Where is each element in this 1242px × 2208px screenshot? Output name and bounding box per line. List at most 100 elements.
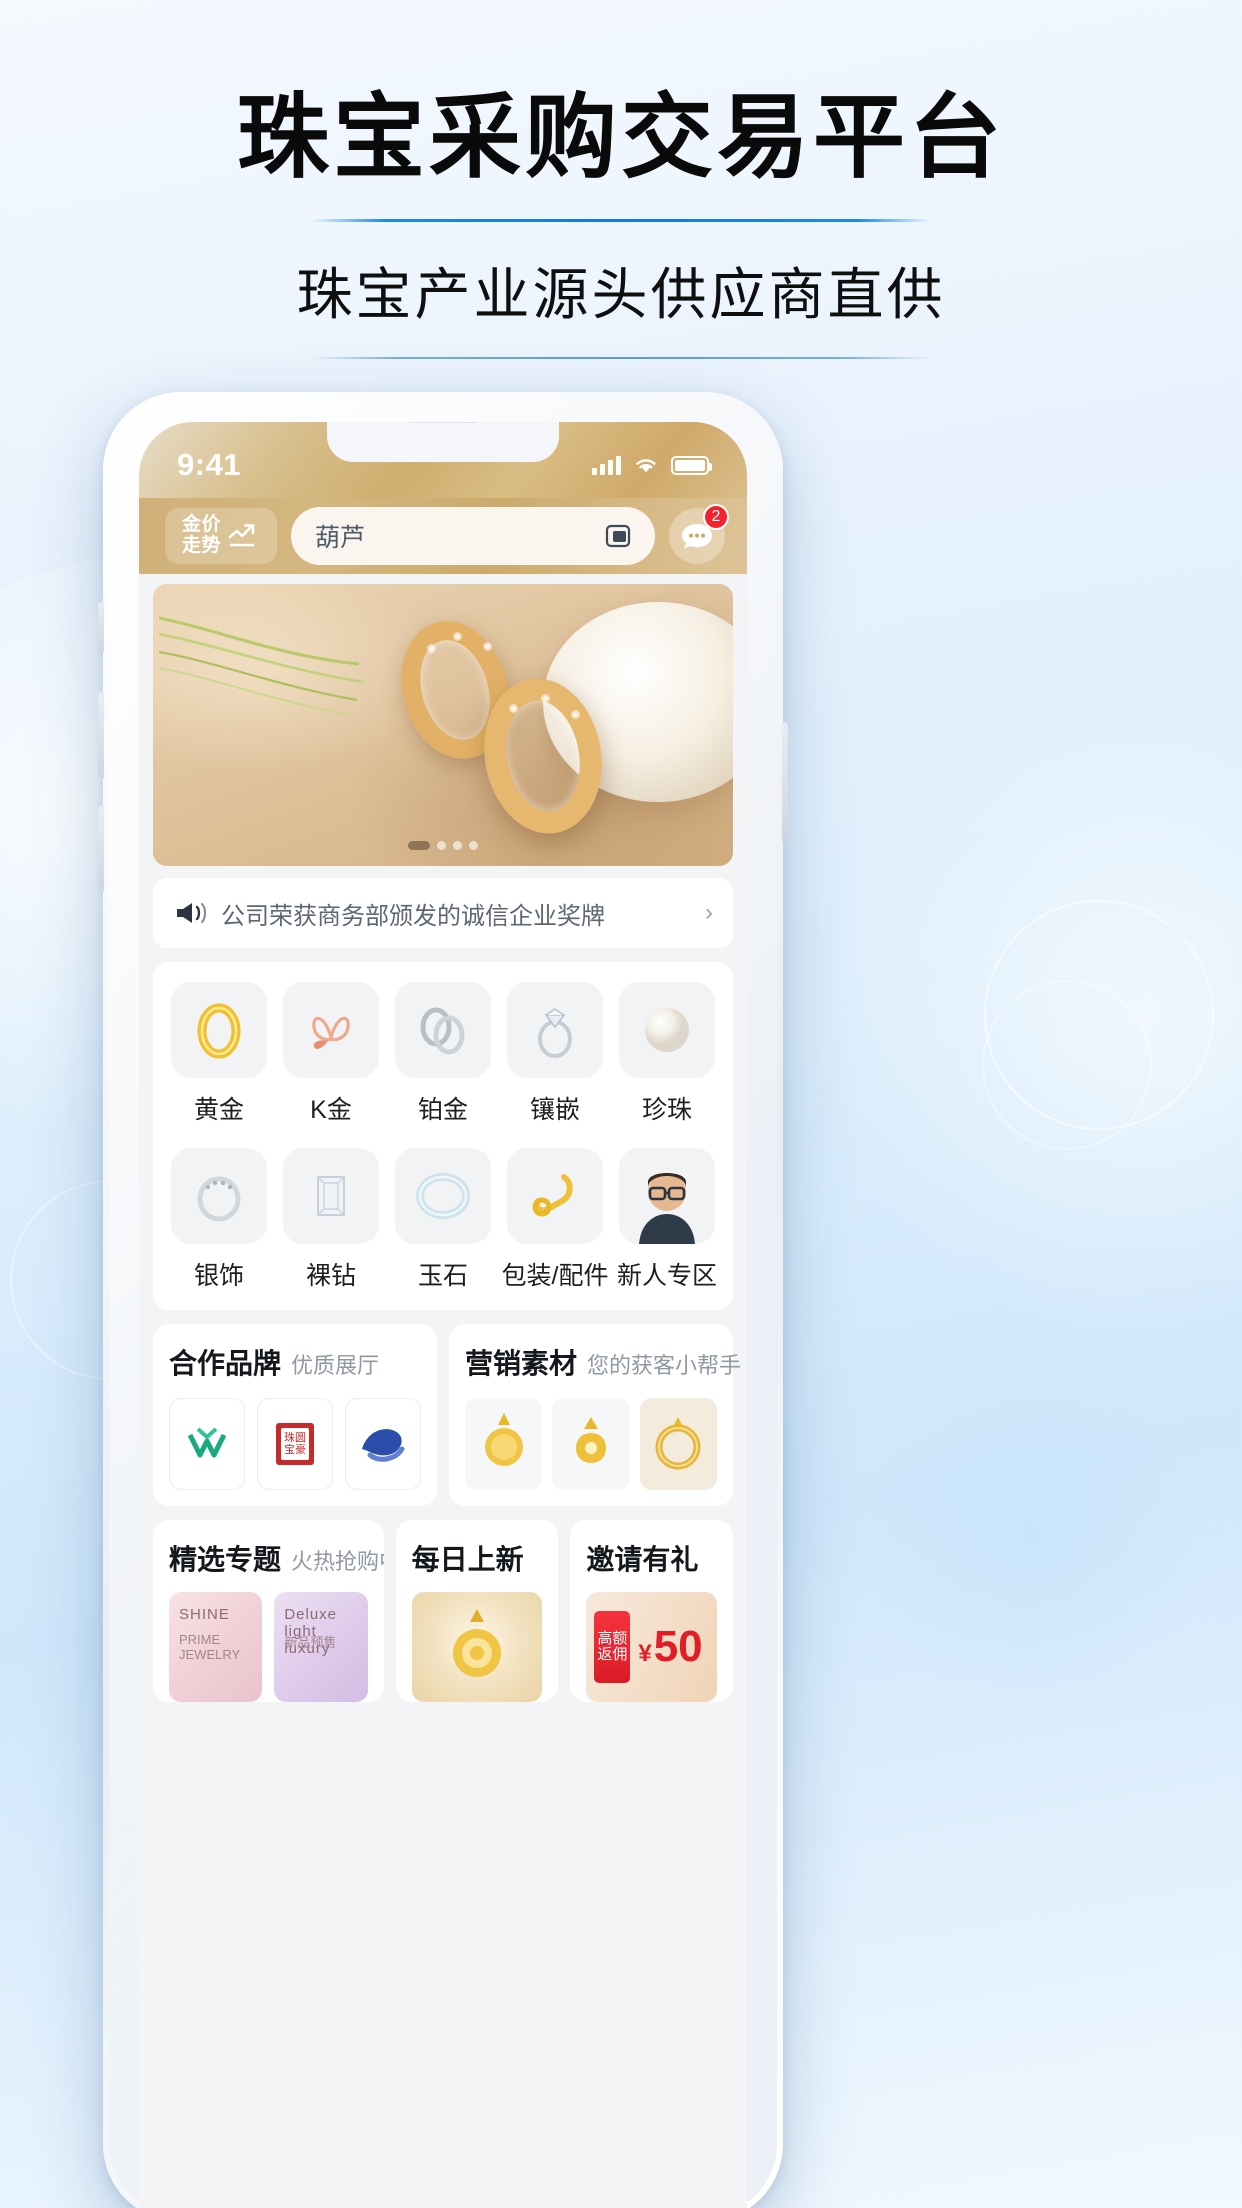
banner-dot[interactable] [437, 841, 446, 850]
category-row-2: 银饰 裸钻 玉石 包装/配件 新人专区 [163, 1148, 723, 1292]
category-item-newbie[interactable]: 新人专区 [611, 1148, 723, 1292]
chat-button[interactable]: 2 [669, 504, 729, 564]
announcement-bar[interactable]: 公司荣获商务部颁发的诚信企业奖牌 › [153, 878, 733, 948]
daily-new-card[interactable]: 每日上新 [395, 1520, 559, 1702]
banner-pagination-dots[interactable] [408, 841, 478, 850]
search-input-value: 葫芦 [315, 524, 366, 552]
banner-dot[interactable] [469, 841, 478, 850]
category-item-silver[interactable]: 银饰 [163, 1148, 275, 1292]
banner-dot[interactable] [453, 841, 462, 850]
marketing-material-subtitle: 您的获客小帮手 [587, 1353, 742, 1378]
app-header: 9:41 金价 走势 葫芦 2 [139, 422, 747, 574]
phone-power-button [782, 722, 788, 842]
brand-logo-w[interactable] [169, 1398, 245, 1490]
gold-ring-icon [171, 982, 267, 1078]
marketing-material-row [465, 1398, 717, 1490]
category-label: K金 [310, 1096, 352, 1124]
partner-brands-subtitle: 优质展厅 [291, 1353, 380, 1378]
sparkle [541, 694, 550, 703]
brand-logo-wave[interactable] [345, 1398, 421, 1490]
status-indicators [592, 455, 712, 475]
wifi-icon [636, 459, 656, 473]
gold-pendant-material[interactable] [465, 1398, 543, 1490]
coupon-number: 50 [653, 1622, 703, 1671]
search-input[interactable]: 葫芦 [291, 507, 655, 565]
coupon-currency: ¥ [638, 1640, 652, 1667]
trend-up-icon [228, 524, 255, 547]
search-bar-row: 金价 走势 葫芦 2 [139, 498, 747, 574]
coupon-tag: 高额 返佣 [594, 1611, 631, 1683]
hero-banner[interactable] [153, 584, 733, 866]
featured-promo-row: SHINE PRIME JEWELRY Deluxe light luxury … [169, 1592, 368, 1702]
jade-bangle-icon [395, 1148, 491, 1244]
announcement-text: 公司荣获商务部颁发的诚信企业奖牌 [221, 902, 605, 930]
new-user-avatar-icon [619, 1148, 715, 1244]
marketing-material-card[interactable]: 营销素材 您的获客小帮手 [449, 1324, 741, 1506]
coupon-amount: ¥50 [638, 1625, 702, 1669]
category-label: 珍珠 [641, 1096, 692, 1124]
category-item-setting[interactable]: 镶嵌 [499, 982, 611, 1126]
category-label: 铂金 [417, 1096, 468, 1124]
featured-topics-card[interactable]: 精选专题 火热抢购中 SHINE PRIME JEWELRY Deluxe li… [153, 1520, 384, 1702]
category-item-loose-diamond[interactable]: 裸钻 [275, 1148, 387, 1292]
category-item-pearl[interactable]: 珍珠 [611, 982, 723, 1126]
marketing-material-header: 营销素材 您的获客小帮手 [465, 1342, 741, 1382]
promo-deluxe[interactable]: Deluxe light luxury 新品预售 [274, 1592, 368, 1702]
bottom-card-row: 精选专题 火热抢购中 SHINE PRIME JEWELRY Deluxe li… [153, 1520, 734, 1702]
gold-clasp-icon [507, 1148, 603, 1244]
category-item-packaging[interactable]: 包装/配件 [499, 1148, 611, 1292]
featured-topics-title: 精选专题 [169, 1544, 282, 1575]
sparkle [571, 710, 580, 719]
invite-rewards-card[interactable]: 邀请有礼 高额 返佣 ¥50 [570, 1520, 734, 1702]
category-item-platinum[interactable]: 铂金 [387, 982, 499, 1126]
phone-screen: 9:41 金价 走势 葫芦 2 公司荣获商务部颁发的诚信企业奖牌 › 黄金 K金… [139, 422, 747, 2208]
cellular-signal-icon [592, 455, 621, 475]
title-divider [311, 218, 931, 222]
subtitle-divider [311, 356, 931, 359]
sparkle [509, 704, 518, 713]
daily-new-gold-pendant[interactable] [411, 1592, 543, 1702]
svg-text:珠圆: 珠圆 [284, 1430, 306, 1444]
invite-rewards-header: 邀请有礼 [586, 1538, 717, 1578]
gold-trend-line1: 金价 [181, 514, 221, 536]
brand-logo-yuhao[interactable]: 珠圆 宝豪 [257, 1398, 333, 1490]
category-item-kgold[interactable]: K金 [275, 982, 387, 1126]
promo-deluxe-caption2: 新品预售 [284, 1635, 337, 1650]
silver-ring-icon [171, 1148, 267, 1244]
image-search-icon[interactable] [603, 521, 637, 551]
partner-brands-title: 合作品牌 [169, 1348, 282, 1379]
megaphone-icon [177, 902, 207, 924]
invite-rewards-title: 邀请有礼 [586, 1544, 699, 1575]
partner-brands-header: 合作品牌 优质展厅 [169, 1342, 421, 1382]
category-label: 玉石 [417, 1262, 468, 1290]
category-label: 黄金 [193, 1096, 244, 1124]
invite-coupon[interactable]: 高额 返佣 ¥50 [586, 1592, 718, 1702]
sparkle [453, 632, 462, 641]
status-time: 9:41 [177, 447, 242, 482]
phone-mockup: 9:41 金价 走势 葫芦 2 公司荣获商务部颁发的诚信企业奖牌 › 黄金 K金… [98, 392, 788, 2208]
category-item-jade[interactable]: 玉石 [387, 1148, 499, 1292]
daily-new-header: 每日上新 [412, 1538, 543, 1578]
gold-price-trend-button[interactable]: 金价 走势 [165, 508, 277, 564]
page-subtitle: 珠宝产业源头供应商直供 [296, 262, 946, 326]
promo-shine[interactable]: SHINE PRIME JEWELRY [169, 1592, 263, 1702]
phone-volume-down-button [98, 806, 104, 892]
svg-text:宝豪: 宝豪 [284, 1442, 306, 1456]
chevron-right-icon: › [705, 899, 713, 926]
pearl-icon [619, 982, 715, 1078]
gold-wreath-material[interactable] [639, 1398, 717, 1490]
partner-brands-card[interactable]: 合作品牌 优质展厅 珠圆 宝豪 [153, 1324, 437, 1506]
category-label: 裸钻 [305, 1262, 356, 1290]
phone-volume-up-button [98, 692, 104, 778]
background-ring [982, 980, 1152, 1150]
gold-clover-material[interactable] [552, 1398, 630, 1490]
sparkle [427, 644, 436, 653]
platinum-rings-icon [395, 982, 491, 1078]
category-label: 银饰 [193, 1262, 244, 1290]
banner-dot-active[interactable] [408, 841, 430, 850]
diamond-solitaire-ring-icon [507, 982, 603, 1078]
category-item-gold[interactable]: 黄金 [163, 982, 275, 1126]
loose-diamond-icon [283, 1148, 379, 1244]
category-label: 新人专区 [616, 1262, 717, 1290]
partner-logo-row: 珠圆 宝豪 [169, 1398, 421, 1490]
